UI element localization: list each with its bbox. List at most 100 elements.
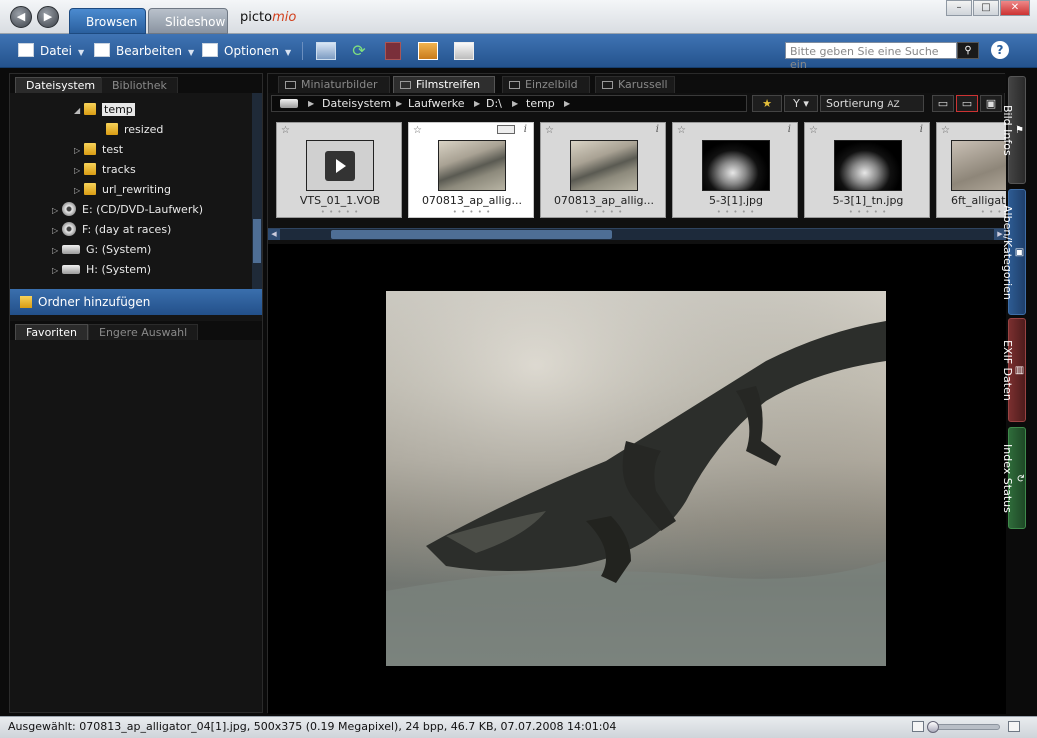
tab-karussell[interactable]: Karussell <box>595 76 675 93</box>
star-icon[interactable]: ☆ <box>677 125 686 136</box>
star-icon[interactable]: ☆ <box>281 125 290 136</box>
breadcrumb-item[interactable]: D:\ <box>486 96 502 111</box>
breadcrumb-item[interactable]: temp <box>526 96 555 111</box>
info-icon[interactable]: i <box>788 124 791 135</box>
star-icon[interactable]: ☆ <box>941 125 950 136</box>
filter-button[interactable]: Y ▾ <box>784 95 818 112</box>
back-button[interactable]: ◀ <box>10 6 32 28</box>
layout-medium-button[interactable]: ▭ <box>956 95 978 112</box>
tab-filmstreifen[interactable]: Filmstreifen <box>393 76 495 93</box>
menu-optionen[interactable]: Optionen ▼ <box>202 42 291 60</box>
thumbnail-card[interactable]: ☆ VTS_01_1.VOB • • • • • <box>276 122 402 218</box>
print-icon[interactable] <box>454 42 474 60</box>
tree-item-drive-e[interactable]: ▷ E: (CD/DVD-Laufwerk) <box>52 201 203 219</box>
preview-image[interactable] <box>386 291 886 666</box>
star-icon[interactable]: ☆ <box>413 125 422 136</box>
maximize-button[interactable]: □ <box>973 0 999 16</box>
side-tab-bild-infos[interactable]: ⚑ Bild Infos <box>1001 76 1026 184</box>
info-icon[interactable]: i <box>656 124 659 135</box>
side-tab-index-status[interactable]: ↻ Index Status <box>1001 427 1026 529</box>
folder-icon <box>106 123 118 135</box>
tab-favoriten[interactable]: Favoriten <box>15 324 88 340</box>
scrollbar-thumb[interactable] <box>331 230 612 239</box>
tab-engere-auswahl[interactable]: Engere Auswahl <box>88 324 199 340</box>
tab-dateisystem[interactable]: Dateisystem <box>15 77 107 93</box>
tree-scrollbar[interactable] <box>252 93 262 289</box>
filmstrip: ☆ VTS_01_1.VOB • • • • • ☆ i 070813_ap_a… <box>268 116 1006 228</box>
minimize-button[interactable]: – <box>946 0 972 16</box>
layout-small-button[interactable]: ▭ <box>932 95 954 112</box>
help-button[interactable]: ? <box>991 41 1009 59</box>
image-viewer[interactable] <box>268 244 1006 714</box>
sort-button[interactable]: Sortierung AZ <box>820 95 924 112</box>
single-image-icon <box>509 81 520 89</box>
side-tab-exif-daten[interactable]: ▥ EXIF Daten <box>1001 318 1026 422</box>
expander-icon[interactable]: ▷ <box>52 262 62 280</box>
layout-large-button[interactable]: ▣ <box>980 95 1002 112</box>
expander-icon[interactable]: ▷ <box>74 162 84 180</box>
filmstrip-scrollbar[interactable]: ◀ ▶ <box>268 228 1006 240</box>
breadcrumb: ▶ Dateisystem ▶ Laufwerke ▶ D:\ ▶ temp ▶ <box>271 95 747 112</box>
forward-button[interactable]: ▶ <box>37 6 59 28</box>
rating-filter-button[interactable]: ★ <box>752 95 782 112</box>
menu-datei[interactable]: Datei ▼ <box>18 42 84 60</box>
info-icon[interactable]: i <box>920 124 923 135</box>
zoom-slider-knob[interactable] <box>927 721 939 733</box>
tree-item-drive-g[interactable]: ▷ G: (System) <box>52 241 151 259</box>
tree-item-resized[interactable]: resized <box>96 121 163 139</box>
tab-bibliothek[interactable]: Bibliothek <box>101 77 178 93</box>
folder-icon <box>84 183 96 195</box>
tree-item-tracks[interactable]: ▷ tracks <box>74 161 136 179</box>
tree-item-temp[interactable]: ◢ temp <box>74 101 135 119</box>
scrollbar-thumb[interactable] <box>253 219 261 263</box>
scroll-left-icon[interactable]: ◀ <box>268 229 280 240</box>
tree-item-drive-f[interactable]: ▷ F: (day at races) <box>52 221 171 239</box>
refresh-icon[interactable]: ⟳ <box>349 42 369 60</box>
tree-item-label: tracks <box>102 163 136 176</box>
thumbnail-card-selected[interactable]: ☆ i 070813_ap_allig... • • • • • <box>408 122 534 218</box>
sort-az-icon: AZ <box>887 100 900 110</box>
expander-icon[interactable]: ▷ <box>74 142 84 160</box>
select-toggle-icon[interactable] <box>497 125 515 134</box>
caret-down-icon: ▼ <box>285 48 292 57</box>
breadcrumb-item[interactable]: Dateisystem <box>322 96 391 111</box>
tree-item-drive-h[interactable]: ▷ H: (System) <box>52 261 151 279</box>
expander-icon[interactable]: ▷ <box>52 222 62 240</box>
zoom-in-icon[interactable] <box>1008 721 1020 732</box>
expander-icon[interactable]: ◢ <box>74 102 84 120</box>
star-icon[interactable]: ☆ <box>809 125 818 136</box>
image-thumbnail <box>834 140 902 191</box>
star-icon[interactable]: ☆ <box>545 125 554 136</box>
slideshow-icon[interactable] <box>418 42 438 60</box>
side-tab-alben-kategorien[interactable]: ▣ Alben/Kategorien <box>1001 189 1026 315</box>
image-thumbnail <box>951 140 1006 191</box>
tree-item-url-rewriting[interactable]: ▷ url_rewriting <box>74 181 171 199</box>
expander-icon[interactable]: ▷ <box>74 182 84 200</box>
tab-browsen[interactable]: Browsen <box>69 8 146 34</box>
thumbnail-card[interactable]: ☆ 6ft_alligat • • • • • <box>936 122 1006 218</box>
menu-bearbeiten[interactable]: Bearbeiten ▼ <box>94 42 194 60</box>
search-input[interactable]: Bitte geben Sie eine Suche ein <box>785 42 957 71</box>
breadcrumb-item[interactable]: Laufwerke <box>408 96 465 111</box>
menu-bearbeiten-label: Bearbeiten <box>116 44 182 58</box>
zoom-slider[interactable] <box>927 721 1000 733</box>
expander-icon[interactable]: ▷ <box>52 202 62 220</box>
stop-icon[interactable] <box>385 42 401 60</box>
zoom-out-icon[interactable] <box>912 721 924 732</box>
menu-optionen-label: Optionen <box>224 44 280 58</box>
expander-icon[interactable]: ▷ <box>52 242 62 260</box>
thumbnail-card[interactable]: ☆ i 070813_ap_allig... • • • • • <box>540 122 666 218</box>
thumbnail-card[interactable]: ☆ i 5-3[1].jpg • • • • • <box>672 122 798 218</box>
add-folder-button[interactable]: Ordner hinzufügen <box>10 289 262 315</box>
import-icon[interactable] <box>316 42 336 60</box>
thumbnail-card[interactable]: ☆ i 5-3[1]_tn.jpg • • • • • <box>804 122 930 218</box>
tab-einzelbild[interactable]: Einzelbild <box>502 76 590 93</box>
tab-miniaturbilder[interactable]: Miniaturbilder <box>278 76 390 93</box>
search-button[interactable]: ⚲ <box>957 42 979 59</box>
left-panel: Dateisystem Bibliothek ◢ temp resized ▷ te… <box>9 73 263 713</box>
tree-item-label: url_rewriting <box>102 183 171 196</box>
info-icon[interactable]: i <box>524 124 527 135</box>
tree-item-test[interactable]: ▷ test <box>74 141 123 159</box>
close-button[interactable]: ✕ <box>1000 0 1030 16</box>
tab-slideshow[interactable]: Slideshow <box>148 8 228 34</box>
